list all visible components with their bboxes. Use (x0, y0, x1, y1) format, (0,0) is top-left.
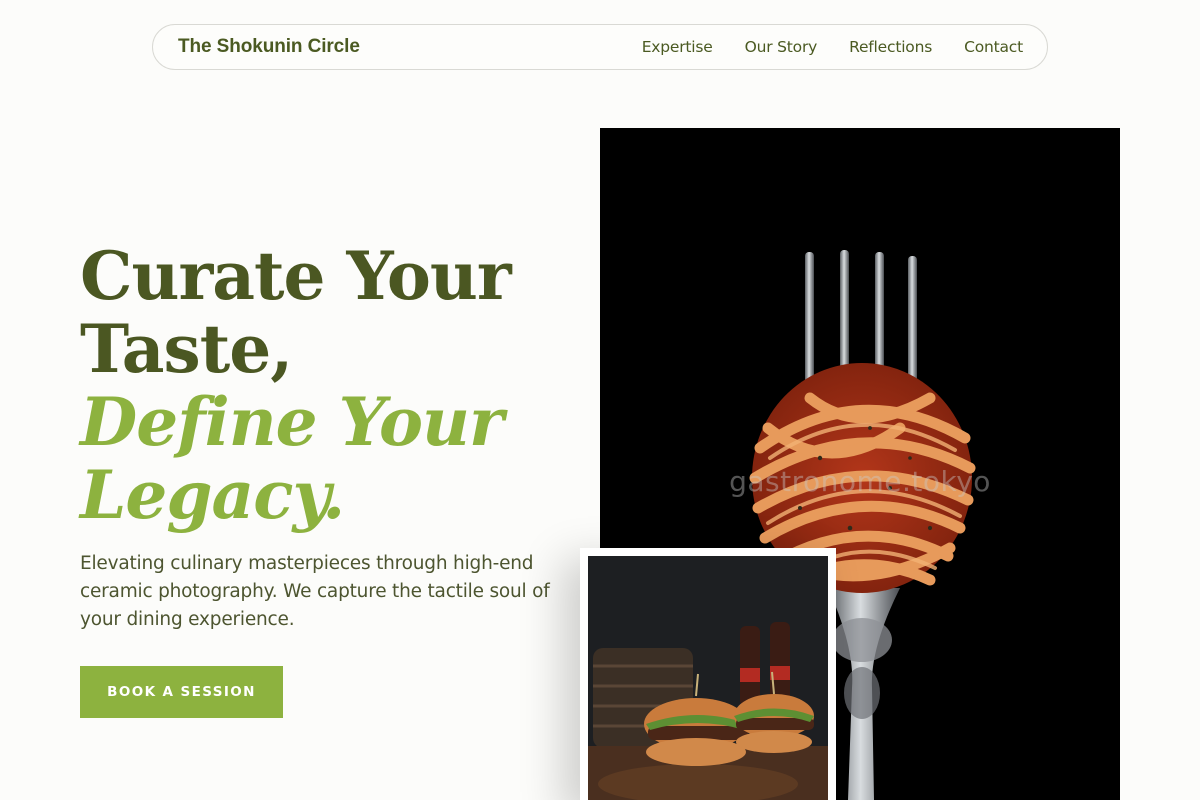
hero-headline: Curate Your Taste, Define Your Legacy. (80, 237, 512, 534)
headline-line-1: Curate Your (80, 237, 512, 315)
headline-accent-line-1: Define Your (80, 383, 504, 461)
burger-illustration (588, 556, 828, 800)
nav-links: Expertise Our Story Reflections Contact (642, 38, 1023, 56)
headline-line-2: Taste, (80, 310, 293, 388)
burger-photo-frame (580, 548, 836, 800)
nav-link-reflections[interactable]: Reflections (849, 38, 932, 56)
hero-subtitle: Elevating culinary masterpieces through … (80, 553, 550, 630)
top-navigation: The Shokunin Circle Expertise Our Story … (152, 24, 1048, 70)
book-session-button[interactable]: BOOK A SESSION (80, 666, 283, 718)
headline-accent-line-2: Legacy. (80, 456, 345, 534)
burger-image (588, 556, 828, 800)
brand-logo-text[interactable]: The Shokunin Circle (178, 36, 360, 58)
nav-link-our-story[interactable]: Our Story (745, 38, 818, 56)
image-watermark: gastronome.tokyo (729, 465, 991, 498)
nav-link-expertise[interactable]: Expertise (642, 38, 713, 56)
nav-link-contact[interactable]: Contact (964, 38, 1023, 56)
